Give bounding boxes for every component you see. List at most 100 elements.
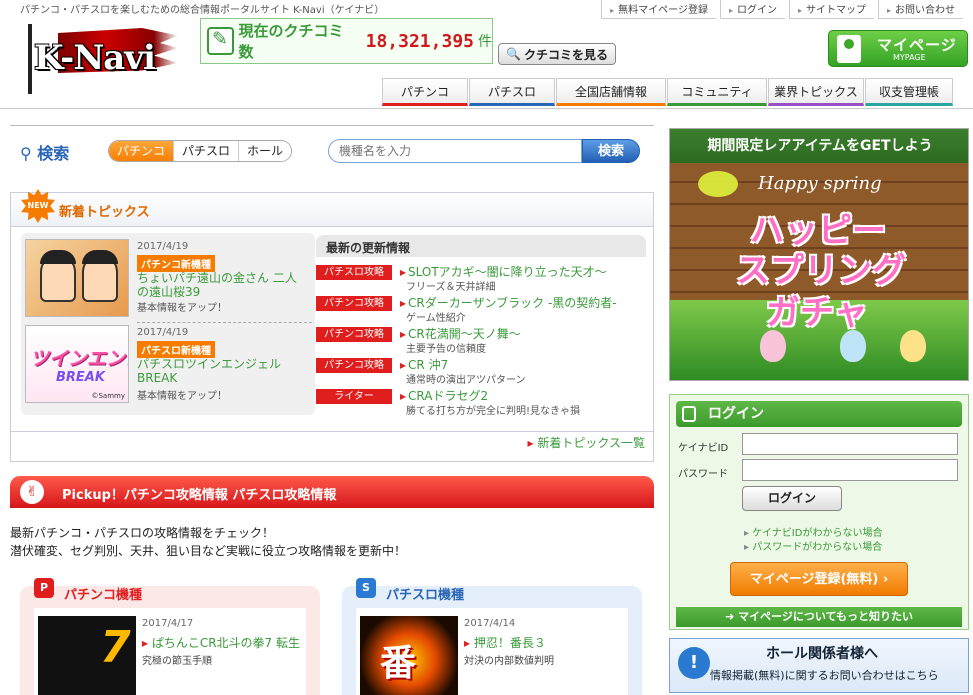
register-button[interactable]: マイページ登録(無料) [730, 562, 908, 596]
lock-icon [682, 406, 696, 422]
pen-icon [207, 27, 235, 55]
character-graphic [40, 250, 76, 302]
logo-pole [28, 24, 32, 94]
nav-tab[interactable]: 業界トピックス [768, 78, 864, 106]
logo-text: K-Navi [34, 38, 156, 78]
latest-updates-title: 最新の更新情報 [316, 235, 646, 257]
nav-tab[interactable]: パチンコ [382, 78, 468, 106]
list-item[interactable]: パチンコ攻略CR 沖7通常時の演出アツパターン [316, 356, 646, 386]
id-label: ケイナビID [678, 443, 729, 454]
forgot-password-link[interactable]: パスワードがわからない場合 [744, 538, 882, 553]
new-topics-panel: NEW 新着トピックス 2017/4/19 パチンコ新機種 ちょいパチ遠山の金さ… [10, 189, 654, 462]
nav-tab[interactable]: パチスロ [469, 78, 555, 106]
pachinko-icon: P [34, 578, 54, 598]
hall-sub: 情報掲載(無料)に関するお問い合わせはこちら [710, 669, 939, 682]
butterfly-graphic [698, 171, 738, 197]
list-item[interactable]: パチンコ攻略CRダーカーザンブラック -黒の契約者-ゲーム性紹介 [316, 294, 646, 324]
sitemap-link[interactable]: サイトマップ [788, 0, 874, 19]
site-logo[interactable]: K-Navi [16, 24, 181, 94]
password-label: パスワード [678, 469, 728, 480]
login-title: ログイン [676, 401, 962, 427]
update-desc: 通常時の演出アツパターン [406, 375, 526, 386]
topic-date: 2017/4/19 [137, 327, 189, 338]
password-input[interactable] [742, 459, 958, 481]
new-badge-icon: NEW [21, 189, 55, 223]
forgot-id-link[interactable]: ケイナビIDがわからない場合 [744, 524, 882, 539]
topic-link[interactable]: パチスロツインエンジェルBREAK [137, 357, 307, 385]
nav-tab[interactable]: 収支管理帳 [865, 78, 953, 106]
update-tag: パチンコ攻略 [316, 358, 392, 373]
id-input[interactable] [742, 433, 958, 455]
topics-more-link[interactable]: 新着トピックス一覧 [528, 434, 645, 451]
egg-graphic [840, 330, 866, 362]
topic-link[interactable]: ちょいパチ遠山の金さん 二人の遠山桜39 [137, 271, 307, 299]
machine-thumbnail[interactable]: 番 [360, 616, 458, 695]
new-topics-header: NEW 新着トピックス [11, 189, 653, 227]
list-item[interactable]: 7 2017/4/17 ぱちんこCR北斗の拳7 転生 究極の節玉手順 [34, 608, 306, 695]
strategy-link[interactable]: ぱちんこCR北斗の拳7 転生 [142, 634, 300, 651]
update-tag: ライター [316, 389, 392, 404]
login-button[interactable]: ログイン [742, 486, 842, 511]
topic-tag: パチンコ新機種 [137, 255, 215, 272]
tab-pachislo[interactable]: パチスロ [173, 141, 239, 161]
pachislo-icon: S [356, 578, 376, 598]
pickup-intro: 最新パチンコ・パチスロの攻略情報をチェック！ 潜伏確変、セグ判別、天井、狙い目な… [10, 524, 406, 560]
hall-staff-banner[interactable]: ! ホール関係者様へ 情報掲載(無料)に関するお問い合わせはこちら [669, 638, 969, 693]
machine-thumbnail[interactable]: ツインエンジェル BREAK ©Sammy [25, 325, 129, 403]
nav-tab[interactable]: 全国店舗情報 [556, 78, 666, 106]
update-desc: フリーズ＆天井詳細 [406, 282, 496, 293]
top-links: 無料マイページ登録 ログイン サイトマップ お問い合わせ [597, 0, 963, 19]
tab-pachinko[interactable]: パチンコ [109, 141, 174, 161]
list-item[interactable]: パチンコ攻略CR花満開～天ノ舞～主要予告の信頼度 [316, 325, 646, 355]
thumb-mark: 番 [380, 643, 417, 684]
search-title-label: 検索 [37, 144, 70, 163]
login-link[interactable]: ログイン [719, 0, 785, 19]
hall-title: ホール関係者様へ [766, 646, 878, 662]
kuchikomi-counter: 現在のクチコミ数 18,321,395 件 [200, 18, 493, 64]
search-title: ⚲ 検索 [20, 140, 69, 164]
search-icon: 🔍 [506, 47, 521, 61]
update-tag: パチスロ攻略 [316, 265, 392, 280]
register-link[interactable]: 無料マイページ登録 [601, 0, 716, 19]
thumb-mark: 7 [100, 622, 131, 673]
kuchikomi-label: 現在のクチコミ数 [238, 22, 344, 61]
machine-search-input[interactable] [328, 139, 582, 163]
banner-line: ガチャ [766, 293, 868, 333]
pachislo-strategy-box: S パチスロ機種 番 2017/4/14 押忍！番長３ 対決の内部数値判明 [342, 578, 642, 695]
strategy-link[interactable]: 押忍！番長３ [464, 634, 546, 651]
contact-link[interactable]: お問い合わせ [877, 0, 963, 19]
list-item[interactable]: 2017/4/19 パチンコ新機種 ちょいパチ遠山の金さん 二人の遠山桜39 基… [25, 237, 312, 323]
machine-thumbnail[interactable]: 7 [38, 616, 136, 695]
pachislo-box-title: パチスロ機種 [386, 588, 465, 603]
view-kuchikomi-button[interactable]: 🔍 クチコミを見る [498, 43, 616, 65]
spring-gacha-banner[interactable]: 期間限定レアアイテムをGETしよう Happy spring ハッピー スプリン… [669, 128, 969, 381]
thumb-credit: ©Sammy [91, 392, 125, 400]
update-desc: ゲーム性紹介 [406, 313, 466, 324]
header-divider [0, 108, 973, 109]
list-item[interactable]: 番 2017/4/14 押忍！番長３ 対決の内部数値判明 [356, 608, 628, 695]
topic-sub: 基本情報をアップ！ [137, 303, 227, 314]
list-item[interactable]: ライターCRAドラセグ2勝てる打ち方が完全に判明!見なきゃ損 [316, 387, 646, 417]
tab-hall[interactable]: ホール [238, 141, 292, 161]
mypage-sub: MYPAGE [893, 53, 926, 62]
page: パチンコ・パチスロを楽しむための総合情報ポータルサイト K-Navi（ケイナビ）… [0, 0, 973, 695]
nav-tab[interactable]: コミュニティ [667, 78, 767, 106]
machine-thumbnail[interactable] [25, 239, 129, 317]
egg-graphic [760, 330, 786, 362]
banner-script: Happy spring [758, 173, 882, 194]
thumb-sub: BREAK [56, 370, 105, 385]
list-item[interactable]: パチスロ攻略SLOTアカギ～闇に降り立った天才～フリーズ＆天井詳細 [316, 263, 646, 293]
topic-date: 2017/4/19 [137, 241, 189, 252]
search-button[interactable]: 検索 [582, 139, 640, 163]
info-icon: ! [678, 647, 710, 679]
intro-line: 潜伏確変、セグ判別、天井、狙い目など実戦に役立つ攻略情報を更新中！ [10, 544, 407, 558]
thumb-title: ツインエンジェル [30, 348, 128, 370]
site-tagline: パチンコ・パチスロを楽しむための総合情報ポータルサイト K-Navi（ケイナビ） [20, 5, 385, 16]
pickup-header: ✌ Pickup！パチンコ攻略情報 パチスロ攻略情報 [10, 476, 654, 508]
list-item[interactable]: ツインエンジェル BREAK ©Sammy 2017/4/19 パチスロ新機種 … [25, 323, 311, 405]
mypage-info-link[interactable]: マイページについてもっと知りたい [676, 607, 962, 627]
strategy-date: 2017/4/14 [464, 618, 516, 629]
main-nav: パチンコ パチスロ 全国店舗情報 コミュニティ 業界トピックス 収支管理帳 [382, 78, 954, 106]
kuchikomi-count: 18,321,395 [365, 30, 474, 52]
mypage-button[interactable]: マイページ MYPAGE [828, 30, 968, 67]
